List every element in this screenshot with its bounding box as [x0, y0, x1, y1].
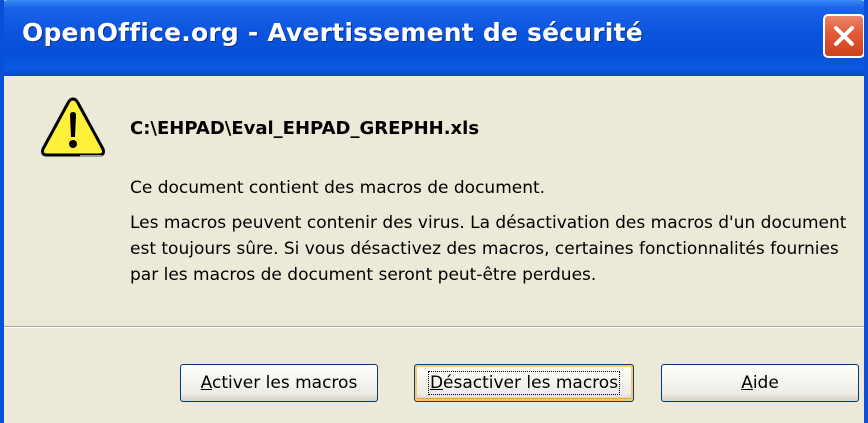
warning-icon	[41, 97, 105, 157]
window-title: OpenOffice.org - Avertissement de sécuri…	[22, 18, 643, 47]
activate-macros-button[interactable]: Activer les macros	[180, 364, 378, 402]
file-path: C:\EHPAD\Eval_EHPAD_GREPHH.xls	[130, 118, 480, 139]
help-button[interactable]: Aide	[661, 364, 859, 402]
activate-macros-label: Activer les macros	[200, 373, 358, 393]
macro-notice: Ce document contient des macros de docum…	[130, 178, 546, 198]
security-warning-dialog: OpenOffice.org - Avertissement de sécuri…	[0, 0, 868, 423]
dialog-body: C:\EHPAD\Eval_EHPAD_GREPHH.xls Ce docume…	[4, 76, 864, 423]
close-icon	[834, 26, 854, 46]
help-label: Aide	[741, 373, 779, 393]
macro-warning-text: Les macros peuvent contenir des virus. L…	[130, 213, 847, 285]
title-bar[interactable]: OpenOffice.org - Avertissement de sécuri…	[4, 0, 864, 76]
deactivate-macros-button[interactable]: Désactiver les macros	[414, 364, 634, 402]
close-button[interactable]	[823, 14, 864, 58]
separator	[4, 326, 864, 328]
deactivate-macros-label: Désactiver les macros	[427, 371, 621, 395]
